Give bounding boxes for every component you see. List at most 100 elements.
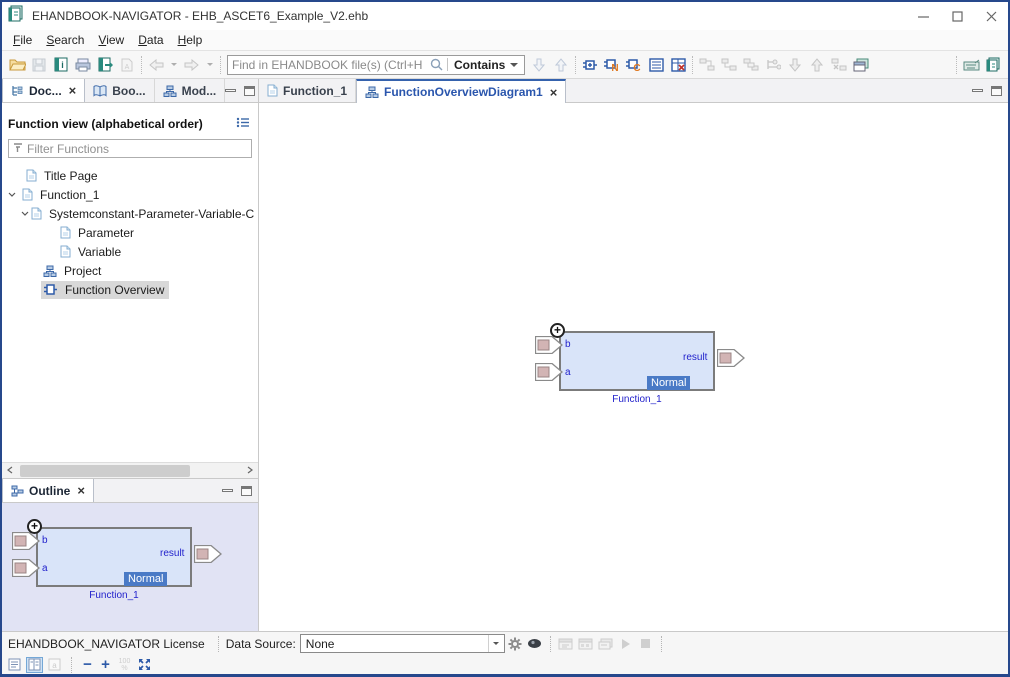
diagram-canvas[interactable]: + b a result Normal Function_1	[259, 103, 1008, 631]
single-page-view-icon[interactable]	[6, 657, 23, 673]
output-port-result[interactable]	[717, 349, 745, 367]
maximize-view-icon[interactable]	[241, 486, 252, 496]
pdf-export-icon[interactable]: A	[116, 54, 138, 76]
expand-all-subsystems-icon[interactable]	[740, 54, 762, 76]
data-source-view-icon[interactable]	[525, 634, 545, 654]
tree-item-function-1[interactable]: Function_1	[2, 185, 258, 204]
tab-document-structure[interactable]: Doc... ×	[2, 79, 85, 102]
open-file-icon[interactable]	[6, 54, 28, 76]
outline-canvas[interactable]: + b a result Normal Function_1	[2, 503, 258, 631]
forward-dropdown-icon[interactable]	[203, 54, 217, 76]
fit-to-screen-button[interactable]	[136, 657, 153, 673]
minimize-view-icon[interactable]	[225, 89, 236, 92]
outline-function-block[interactable]: + b a result Normal Function_1	[12, 519, 258, 601]
close-icon[interactable]: ×	[550, 85, 558, 100]
ehandbook-info-icon[interactable]: i	[50, 54, 72, 76]
chevron-expanded-icon[interactable]	[21, 211, 29, 216]
back-dropdown-icon[interactable]	[167, 54, 181, 76]
close-icon[interactable]: ×	[69, 83, 77, 98]
tree-item-parameter[interactable]: Parameter	[2, 223, 258, 242]
back-icon[interactable]	[145, 54, 167, 76]
maximize-button[interactable]	[940, 2, 974, 30]
navigate-function-n-icon[interactable]: N	[601, 54, 623, 76]
search-previous-icon[interactable]	[550, 54, 572, 76]
scrollbar-thumb[interactable]	[20, 465, 190, 477]
tab-bookmarks[interactable]: Boo...	[85, 79, 154, 102]
input-port-b[interactable]	[535, 336, 563, 354]
tree-item-title-page[interactable]: Title Page	[2, 166, 258, 185]
print-icon[interactable]	[72, 54, 94, 76]
data-source-settings-icon[interactable]	[505, 634, 525, 654]
horizontal-scrollbar[interactable]	[2, 462, 258, 478]
table-remove-icon[interactable]	[667, 54, 689, 76]
experiment-window-icon[interactable]	[596, 634, 616, 654]
expand-block-icon[interactable]: +	[27, 519, 42, 534]
maximize-view-icon[interactable]	[991, 86, 1002, 96]
text-view-icon[interactable]: a	[46, 657, 63, 673]
navigate-function-c-icon[interactable]: C	[623, 54, 645, 76]
tab-outline[interactable]: Outline ×	[2, 479, 94, 502]
chevron-expanded-icon[interactable]	[4, 192, 20, 197]
expand-subsystem-icon[interactable]	[696, 54, 718, 76]
tab-label: Mod...	[182, 84, 217, 98]
menu-search[interactable]: Search	[39, 31, 91, 49]
show-connections-icon[interactable]	[762, 54, 784, 76]
menu-file[interactable]: File	[6, 31, 39, 49]
find-input[interactable]	[228, 58, 426, 72]
maximize-view-icon[interactable]	[244, 86, 255, 96]
tab-label: Outline	[29, 484, 70, 498]
minimize-view-icon[interactable]	[222, 489, 233, 492]
contains-dropdown[interactable]: Contains	[448, 58, 524, 72]
tab-function-1[interactable]: Function_1	[259, 79, 356, 102]
input-port-a[interactable]	[12, 559, 40, 577]
input-port-b[interactable]	[12, 532, 40, 550]
tab-function-overview-diagram[interactable]: FunctionOverviewDiagram1 ×	[356, 79, 566, 103]
minimize-view-icon[interactable]	[972, 89, 983, 92]
filter-functions-input[interactable]	[27, 142, 247, 156]
tree-item-project[interactable]: Project	[2, 261, 258, 280]
zoom-out-button[interactable]: −	[80, 658, 95, 672]
collapse-subsystem-icon[interactable]	[718, 54, 740, 76]
zoom-reset-button[interactable]: 100%	[116, 657, 133, 673]
menu-help[interactable]: Help	[171, 31, 210, 49]
calibration-window-icon[interactable]	[576, 634, 596, 654]
function-block-diagram[interactable]: + b a result Normal Function_1	[535, 323, 785, 405]
ehandbook-logo-icon[interactable]	[982, 54, 1004, 76]
save-icon[interactable]	[28, 54, 50, 76]
forward-icon[interactable]	[181, 54, 203, 76]
go-into-icon[interactable]	[784, 54, 806, 76]
menu-view[interactable]: View	[91, 31, 131, 49]
output-port-result[interactable]	[194, 545, 222, 563]
data-source-select[interactable]: None	[300, 634, 505, 653]
remove-hierarchy-icon[interactable]	[828, 54, 850, 76]
search-next-icon[interactable]	[528, 54, 550, 76]
search-icon[interactable]	[426, 58, 448, 71]
start-measurement-icon[interactable]	[616, 634, 636, 654]
scroll-right-icon[interactable]	[242, 465, 258, 477]
close-icon[interactable]: ×	[77, 483, 85, 498]
split-view-icon[interactable]	[26, 657, 43, 673]
measure-window-icon[interactable]	[556, 634, 576, 654]
expand-block-icon[interactable]: +	[550, 323, 565, 338]
input-label-b: b	[565, 339, 571, 350]
go-up-icon[interactable]	[806, 54, 828, 76]
zoom-in-button[interactable]: +	[98, 658, 113, 672]
tree-item-variable[interactable]: Variable	[2, 242, 258, 261]
view-menu-icon[interactable]	[236, 115, 250, 133]
keyboard-shortcuts-icon[interactable]	[960, 54, 982, 76]
minimize-button[interactable]	[906, 2, 940, 30]
list-view-icon[interactable]	[645, 54, 667, 76]
tree-item-function-overview[interactable]: Function Overview	[2, 280, 258, 299]
stop-measurement-icon[interactable]	[636, 634, 656, 654]
export-book-icon[interactable]	[94, 54, 116, 76]
tab-models[interactable]: Mod...	[155, 79, 226, 102]
view-controls-bar: a − + 100%	[2, 655, 1008, 674]
app-window: EHANDBOOK-NAVIGATOR - EHB_ASCET6_Example…	[0, 0, 1010, 677]
tree-item-systemconstant[interactable]: Systemconstant-Parameter-Variable-C	[2, 204, 258, 223]
input-port-a[interactable]	[535, 363, 563, 381]
menu-data[interactable]: Data	[131, 31, 170, 49]
duplicate-view-icon[interactable]	[850, 54, 872, 76]
function-overview-icon[interactable]	[579, 54, 601, 76]
close-button[interactable]	[974, 2, 1008, 30]
scroll-left-icon[interactable]	[2, 465, 18, 477]
